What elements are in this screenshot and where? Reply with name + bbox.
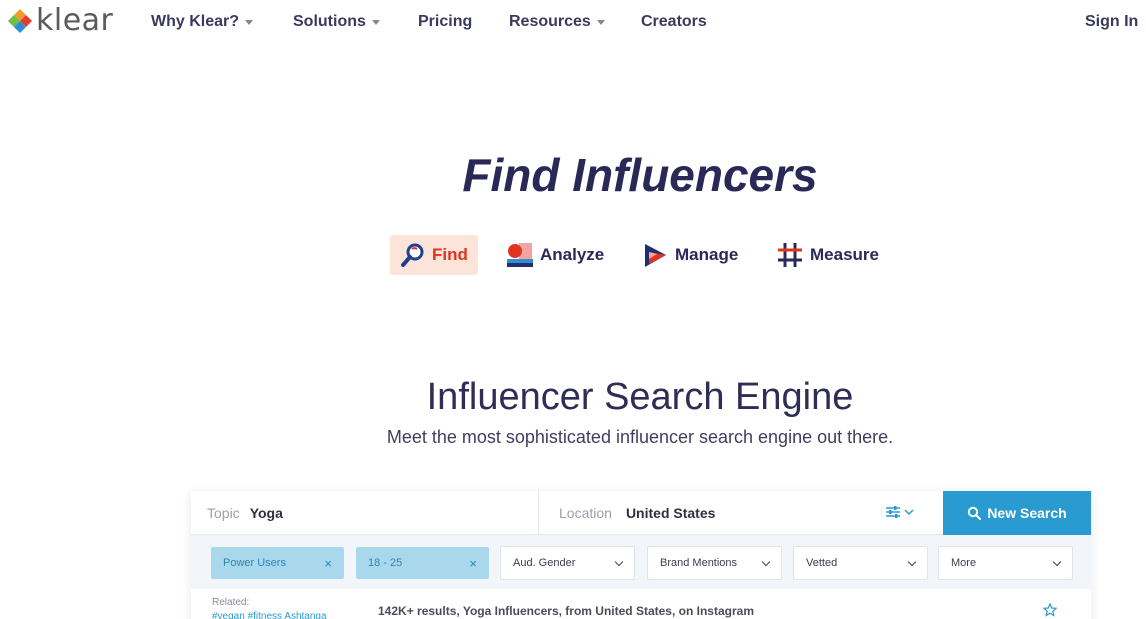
klear-logo-icon <box>8 9 32 33</box>
nav-resources-label: Resources <box>509 13 591 30</box>
nav-resources[interactable]: Resources <box>509 13 605 31</box>
close-icon[interactable]: × <box>324 556 332 571</box>
manage-icon <box>645 243 666 267</box>
tab-measure[interactable]: Measure <box>776 235 879 275</box>
new-search-label: New Search <box>987 505 1067 521</box>
topic-value: Yoga <box>249 505 283 521</box>
caret-down-icon <box>371 20 380 25</box>
nav-solutions[interactable]: Solutions <box>293 13 380 31</box>
tab-manage-label: Manage <box>675 245 739 264</box>
location-input[interactable]: Location United States <box>541 491 941 535</box>
related-tags[interactable]: #vegan #fitness Ashtanga <box>212 611 327 619</box>
tab-analyze[interactable]: Analyze <box>506 235 604 275</box>
chip-age-range-label: 18 - 25 <box>368 557 403 569</box>
nav-why-klear[interactable]: Why Klear? <box>151 13 254 31</box>
dropdown-more-label: More <box>951 557 977 569</box>
chevron-down-icon <box>761 557 771 566</box>
chevron-down-icon <box>1052 557 1062 566</box>
caret-down-icon <box>245 20 254 25</box>
filter-settings-toggle[interactable] <box>885 505 914 519</box>
tab-find-label: Find <box>432 245 468 264</box>
search-icon <box>968 506 982 520</box>
top-nav: klear Why Klear? Solutions Pricing Resou… <box>0 0 1146 48</box>
nav-solutions-label: Solutions <box>293 13 366 30</box>
hero-title: Find Influencers <box>462 149 818 201</box>
chevron-down-icon <box>614 557 624 566</box>
tab-find[interactable]: Find <box>390 235 478 275</box>
section-subtitle: Meet the most sophisticated influencer s… <box>386 427 894 447</box>
chip-power-users[interactable]: Power Users × <box>211 547 344 579</box>
star-icon[interactable] <box>1043 603 1057 617</box>
tab-analyze-label: Analyze <box>540 245 605 264</box>
topic-input[interactable]: Topic Yoga <box>191 491 539 535</box>
filter-row: Power Users × 18 - 25 × Aud. Gender Bran… <box>191 535 1091 589</box>
nav-creators-label: Creators <box>641 13 707 30</box>
tab-measure-label: Measure <box>810 245 879 264</box>
tab-manage[interactable]: Manage <box>642 235 738 275</box>
dropdown-brand-mentions[interactable]: Brand Mentions <box>647 546 782 580</box>
sign-in-link[interactable]: Sign In <box>1085 13 1138 31</box>
section-title: Influencer Search Engine <box>426 376 854 418</box>
search-widget: Topic Yoga Location United States New Se… <box>191 491 1091 619</box>
location-value: United States <box>625 505 716 521</box>
new-search-button[interactable]: New Search <box>943 491 1091 535</box>
chevron-down-icon <box>904 509 914 516</box>
sign-in-label: Sign In <box>1085 13 1139 30</box>
chip-age-range[interactable]: 18 - 25 × <box>356 547 489 579</box>
nav-pricing[interactable]: Pricing <box>418 13 472 31</box>
dropdown-brand-mentions-label: Brand Mentions <box>660 557 738 569</box>
search-bar: Topic Yoga Location United States New Se… <box>191 491 1091 535</box>
results-summary: 142K+ results, Yoga Influencers, from Un… <box>378 604 754 618</box>
results-row: Related: #vegan #fitness Ashtanga 142K+ … <box>191 589 1091 619</box>
topic-label: Topic <box>207 505 240 521</box>
analyze-icon <box>507 243 533 267</box>
dropdown-vetted[interactable]: Vetted <box>793 546 928 580</box>
chip-power-users-label: Power Users <box>223 557 286 569</box>
logo-text: klear <box>36 3 114 38</box>
dropdown-aud-gender[interactable]: Aud. Gender <box>500 546 635 580</box>
hashtag-icon <box>778 243 802 267</box>
dropdown-more[interactable]: More <box>938 546 1073 580</box>
nav-creators[interactable]: Creators <box>641 13 707 31</box>
sliders-icon <box>886 506 900 518</box>
dropdown-vetted-label: Vetted <box>806 557 838 569</box>
magnifier-icon <box>401 243 424 267</box>
close-icon[interactable]: × <box>469 556 477 571</box>
klear-logo[interactable]: klear <box>6 6 113 36</box>
caret-down-icon <box>596 20 605 25</box>
chevron-down-icon <box>907 557 917 566</box>
nav-why-klear-label: Why Klear? <box>151 13 240 30</box>
nav-pricing-label: Pricing <box>418 13 473 30</box>
location-label: Location <box>559 505 612 521</box>
related-label: Related: <box>212 597 250 608</box>
dropdown-aud-gender-label: Aud. Gender <box>513 557 576 569</box>
